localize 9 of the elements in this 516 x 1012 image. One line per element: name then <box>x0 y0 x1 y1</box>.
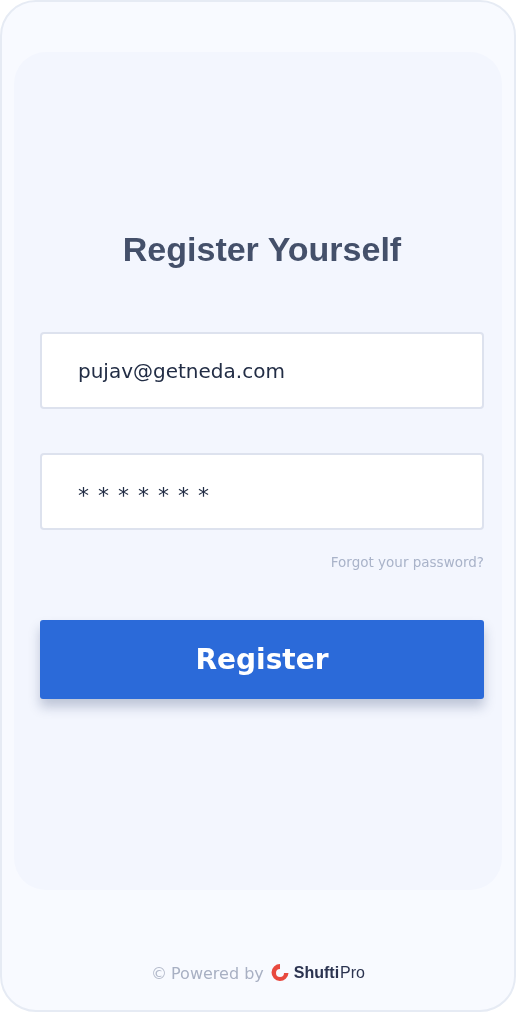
brand-name: Shufti <box>293 964 340 982</box>
register-button[interactable]: Register <box>40 620 484 699</box>
powered-by-text: Powered by <box>171 963 264 983</box>
copyright-sign: © <box>151 963 167 983</box>
ring-logo-icon <box>269 962 290 984</box>
email-field[interactable]: pujav@getneda.com <box>40 332 484 409</box>
password-field[interactable]: ******* <box>40 453 484 530</box>
page-title: Register Yourself <box>121 229 403 270</box>
brand-suffix: Pro <box>340 964 365 982</box>
